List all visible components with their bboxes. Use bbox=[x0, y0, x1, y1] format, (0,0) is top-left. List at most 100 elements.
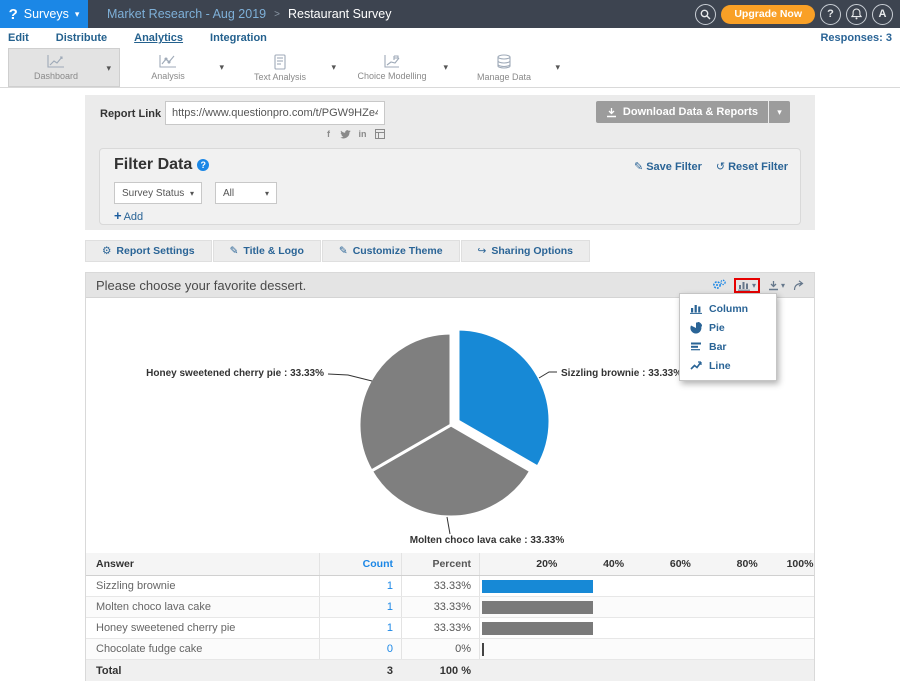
survey-status-select[interactable]: Survey Status▾ bbox=[114, 182, 202, 204]
count-cell[interactable]: 0 bbox=[319, 639, 401, 659]
nav-edit[interactable]: Edit bbox=[8, 32, 29, 44]
upgrade-now-button[interactable]: Upgrade Now bbox=[721, 5, 815, 24]
toolbar-choice-modelling[interactable]: Choice Modelling ▾ bbox=[344, 48, 456, 87]
question-download-button[interactable]: ▾ bbox=[768, 280, 785, 291]
chart-type-icon bbox=[738, 280, 750, 291]
percent-cell: 33.33% bbox=[401, 576, 479, 596]
breadcrumb: Market Research - Aug 2019 > Restaurant … bbox=[107, 7, 392, 21]
percent-bar bbox=[482, 643, 484, 656]
dashboard-chart-icon bbox=[45, 54, 67, 69]
embed-icon[interactable] bbox=[374, 128, 385, 139]
report-link-input[interactable] bbox=[165, 101, 385, 125]
survey-section-nav: Edit Distribute Analytics Integration Re… bbox=[0, 28, 900, 48]
menu-item-line[interactable]: Line bbox=[680, 356, 776, 375]
tab-label: Title & Logo bbox=[243, 245, 303, 257]
download-button-label: Download Data & Reports bbox=[623, 106, 758, 118]
nav-integration[interactable]: Integration bbox=[210, 32, 267, 44]
chart-type-menu: Column Pie Bar Line bbox=[679, 293, 777, 381]
chevron-down-icon: ▾ bbox=[752, 281, 756, 290]
gear-icon: ⚙ bbox=[102, 245, 111, 257]
responses-count[interactable]: Responses: 3 bbox=[820, 28, 892, 48]
bar-cell bbox=[479, 618, 814, 638]
top-app-bar: ? Surveys ▾ Market Research - Aug 2019 >… bbox=[0, 0, 900, 28]
bar-cell bbox=[479, 597, 814, 617]
edit-icon: ✎ bbox=[230, 245, 239, 257]
nav-analytics[interactable]: Analytics bbox=[134, 32, 183, 44]
bar-cell bbox=[479, 576, 814, 596]
count-cell[interactable]: 1 bbox=[319, 576, 401, 596]
percent-cell: 33.33% bbox=[401, 597, 479, 617]
notifications-button[interactable] bbox=[846, 4, 867, 25]
questionpro-logo: ? bbox=[9, 6, 18, 23]
gears-icon bbox=[712, 279, 726, 291]
chevron-down-icon[interactable]: ▾ bbox=[219, 62, 224, 73]
chart-type-highlight-box: ▾ bbox=[734, 278, 760, 293]
leader-line bbox=[447, 517, 450, 534]
toolbar-item-label: Text Analysis bbox=[254, 72, 306, 82]
tab-report-settings[interactable]: ⚙Report Settings bbox=[85, 240, 212, 262]
table-row: Honey sweetened cherry pie 1 33.33% bbox=[86, 618, 814, 639]
reset-filter-button[interactable]: ↺Reset Filter bbox=[716, 160, 788, 173]
chevron-down-icon[interactable]: ▾ bbox=[331, 62, 336, 73]
breadcrumb-folder[interactable]: Market Research - Aug 2019 bbox=[107, 7, 266, 21]
database-icon bbox=[495, 54, 513, 70]
product-name: Surveys bbox=[24, 7, 69, 21]
filter-data-section: Filter Data ? ✎Save Filter ↺Reset Filter… bbox=[99, 148, 801, 225]
nav-distribute[interactable]: Distribute bbox=[56, 32, 107, 44]
search-button[interactable] bbox=[695, 4, 716, 25]
toolbar-text-analysis[interactable]: Text Analysis ▾ bbox=[232, 48, 344, 87]
tab-sharing-options[interactable]: ↪Sharing Options bbox=[461, 240, 590, 262]
twitter-icon[interactable] bbox=[340, 128, 351, 139]
download-data-reports-button[interactable]: Download Data & Reports ▾ bbox=[596, 101, 790, 123]
table-row: Molten choco lava cake 1 33.33% bbox=[86, 597, 814, 618]
menu-item-bar[interactable]: Bar bbox=[680, 337, 776, 356]
filter-help-icon[interactable]: ? bbox=[197, 159, 209, 171]
facebook-icon[interactable]: f bbox=[323, 128, 334, 139]
avatar[interactable]: A bbox=[872, 4, 893, 25]
scale-tick-label: 60% bbox=[670, 558, 691, 570]
col-header-percent: Percent bbox=[401, 553, 479, 575]
download-icon bbox=[606, 107, 617, 118]
tab-customize-theme[interactable]: ✎Customize Theme bbox=[322, 240, 460, 262]
question-toolbar: ▾ ▾ bbox=[712, 278, 806, 293]
download-icon bbox=[768, 280, 779, 291]
status-value-select[interactable]: All▾ bbox=[215, 182, 277, 204]
chevron-down-icon[interactable]: ▾ bbox=[443, 62, 448, 73]
chevron-down-icon: ▾ bbox=[781, 281, 785, 290]
chevron-down-icon[interactable]: ▾ bbox=[106, 63, 111, 74]
line-chart-icon bbox=[690, 360, 702, 371]
menu-item-pie[interactable]: Pie bbox=[680, 318, 776, 337]
scale-tick-label: 40% bbox=[603, 558, 624, 570]
scale-tick-label: 80% bbox=[737, 558, 758, 570]
surveys-product-switcher[interactable]: ? Surveys ▾ bbox=[0, 0, 88, 28]
menu-item-label: Line bbox=[709, 360, 731, 372]
breadcrumb-survey-name: Restaurant Survey bbox=[288, 7, 392, 21]
percent-cell: 33.33% bbox=[401, 618, 479, 638]
scale-tick-label: 100% bbox=[787, 558, 814, 570]
chart-type-button[interactable]: ▾ bbox=[738, 280, 756, 291]
toolbar-manage-data[interactable]: Manage Data ▾ bbox=[456, 48, 568, 87]
reset-icon: ↺ bbox=[716, 161, 725, 173]
toolbar-item-label: Manage Data bbox=[477, 72, 531, 82]
col-header-count: Count bbox=[319, 553, 401, 575]
chevron-down-icon[interactable]: ▾ bbox=[555, 62, 560, 73]
add-filter-button[interactable]: +Add bbox=[114, 208, 143, 223]
tab-title-logo[interactable]: ✎ Title & Logo bbox=[213, 240, 321, 262]
question-share-button[interactable] bbox=[793, 280, 806, 291]
count-cell[interactable]: 1 bbox=[319, 618, 401, 638]
download-options-caret[interactable]: ▾ bbox=[768, 101, 790, 123]
status-value: All bbox=[223, 188, 234, 199]
pie-label-sizzling-brownie: Sizzling brownie : 33.33% bbox=[561, 368, 682, 379]
count-cell[interactable]: 1 bbox=[319, 597, 401, 617]
pie-chart-icon bbox=[690, 322, 702, 334]
toolbar-dashboard[interactable]: Dashboard ▾ bbox=[8, 48, 120, 87]
help-button[interactable]: ? bbox=[820, 4, 841, 25]
menu-item-column[interactable]: Column bbox=[680, 299, 776, 318]
plus-icon: + bbox=[114, 208, 122, 223]
question-settings-button[interactable] bbox=[712, 279, 726, 291]
save-filter-button[interactable]: ✎Save Filter bbox=[634, 160, 702, 173]
toolbar-item-label: Analysis bbox=[151, 71, 185, 81]
menu-item-label: Pie bbox=[709, 322, 725, 334]
linkedin-icon[interactable]: in bbox=[357, 128, 368, 139]
toolbar-analysis[interactable]: Analysis ▾ bbox=[120, 48, 232, 87]
